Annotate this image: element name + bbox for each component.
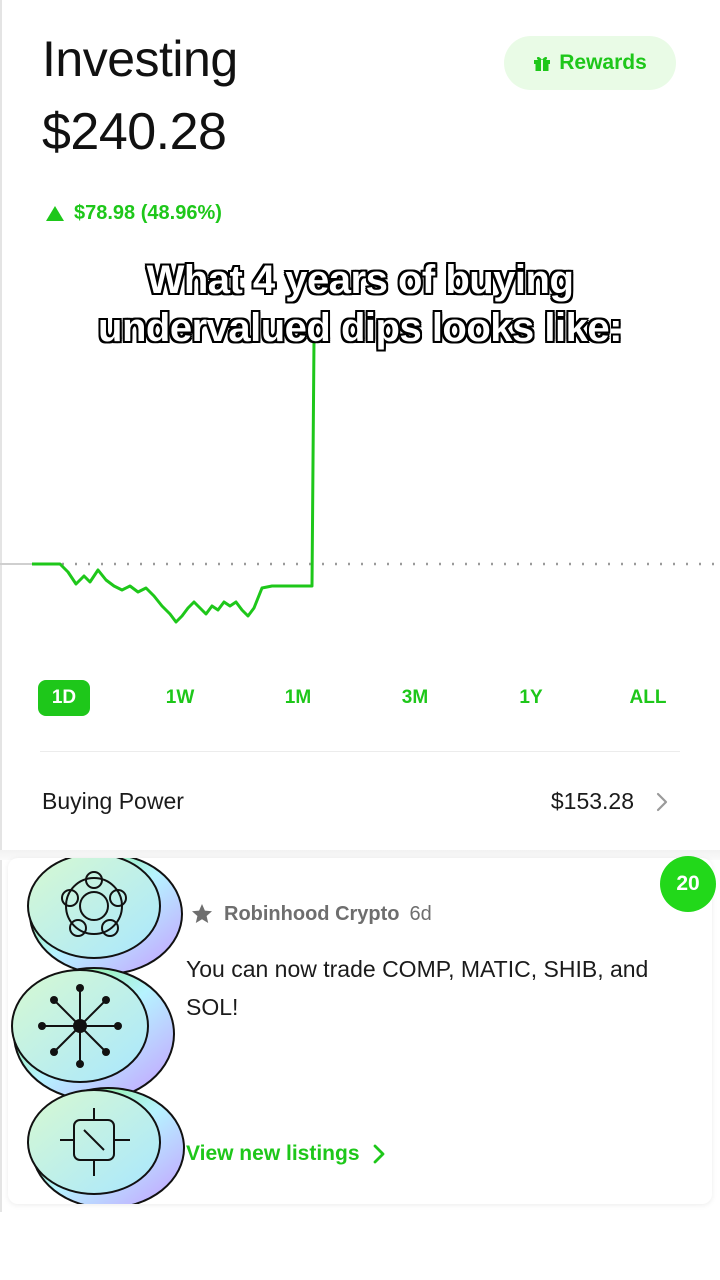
rewards-button[interactable]: Rewards	[504, 36, 676, 90]
caption-line-2: undervalued dips looks like:	[98, 306, 622, 350]
up-arrow-icon	[46, 206, 64, 221]
buying-power-value: $153.28	[550, 788, 634, 814]
range-1y[interactable]: 1Y	[503, 680, 559, 716]
coin-top	[27, 858, 183, 975]
star-icon	[192, 904, 212, 923]
range-1m[interactable]: 1M	[270, 680, 326, 716]
gift-icon	[534, 56, 551, 71]
chevron-right-icon	[373, 1144, 384, 1164]
card-source: Robinhood Crypto 6d	[190, 902, 432, 926]
range-1w[interactable]: 1W	[152, 680, 208, 716]
rewards-label: Rewards	[559, 51, 647, 74]
coin-middle	[11, 967, 175, 1101]
portfolio-balance: $240.28	[42, 103, 227, 161]
time-range-selector: 1D 1W 1M 3M 1Y ALL	[0, 676, 720, 720]
video-caption-overlay: What 4 years of buying undervalued dips …	[0, 256, 720, 352]
buying-power-row[interactable]: Buying Power $153.28	[0, 770, 720, 834]
page-title: Investing	[42, 31, 238, 87]
post-time: 6d	[409, 902, 432, 925]
range-3m[interactable]: 3M	[387, 680, 443, 716]
coin-bottom	[27, 1087, 185, 1204]
source-name: Robinhood Crypto	[224, 902, 400, 925]
divider	[40, 751, 680, 752]
investing-screen: Investing $240.28 Rewards $78.98 (48.96%…	[0, 0, 720, 1280]
buying-power-label: Buying Power	[42, 788, 184, 814]
notification-count-badge: 20	[660, 856, 716, 912]
range-all[interactable]: ALL	[618, 680, 678, 716]
bottom-spacer	[0, 1212, 720, 1280]
change-value: $78.98 (48.96%)	[74, 202, 222, 224]
caption-line-1: What 4 years of buying	[146, 258, 574, 302]
cta-label: View new listings	[186, 1142, 360, 1165]
portfolio-change: $78.98 (48.96%)	[46, 202, 222, 225]
portfolio-chart	[0, 340, 720, 624]
crypto-coins-illustration	[11, 858, 185, 1204]
view-new-listings-link[interactable]: View new listings	[186, 1142, 388, 1166]
card-message: You can now trade COMP, MATIC, SHIB, and…	[186, 956, 649, 1020]
chevron-right-icon	[656, 792, 668, 812]
range-1d[interactable]: 1D	[38, 680, 90, 716]
price-line	[32, 340, 316, 624]
